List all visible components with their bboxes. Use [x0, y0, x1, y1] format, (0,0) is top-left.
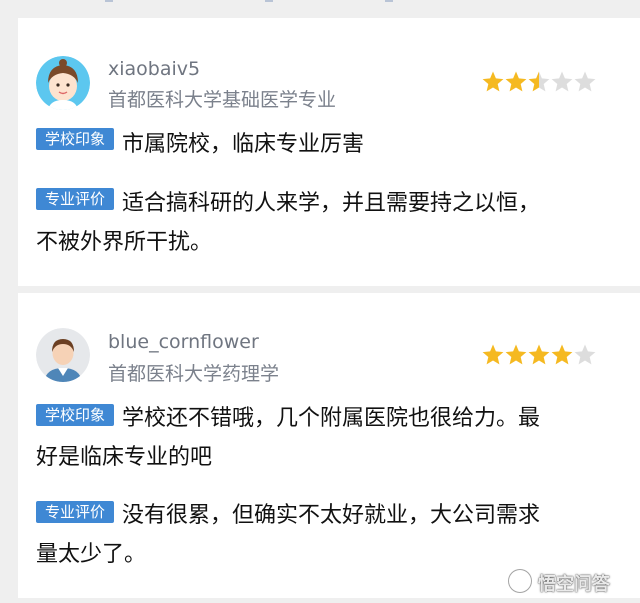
star-filled-icon [528, 344, 550, 365]
school-major: 首都医科大学基础医学专业 [108, 89, 337, 111]
divider-mark [385, 0, 393, 2]
review-card: blue_cornflower 首都医科大学药理学 学校印象 学校还不错哦，几个… [18, 293, 640, 598]
star-empty-icon [574, 71, 596, 92]
major-review-text: 没有很累，但确实不太好就业，大公司需求 [122, 503, 541, 528]
star-filled-icon [482, 344, 504, 365]
divider-mark [265, 0, 273, 2]
school-major: 首都医科大学药理学 [108, 363, 280, 385]
major-review-text: 适合搞科研的人来学，并且需要持之以恒， [122, 191, 541, 216]
school-impression-text: 市属院校，临床专业厉害 [122, 132, 365, 157]
divider-mark [105, 0, 113, 2]
major-review-text: 不被外界所干扰。 [36, 230, 213, 255]
top-strip [0, 0, 640, 18]
school-impression-tag: 学校印象 [36, 404, 114, 426]
star-filled-icon [505, 344, 527, 365]
major-review-tag: 专业评价 [36, 501, 114, 523]
star-rating [481, 70, 601, 94]
username[interactable]: blue_cornflower [108, 331, 259, 353]
username[interactable]: xiaobaiv5 [108, 58, 200, 80]
star-rating [481, 343, 601, 367]
star-filled-icon [505, 71, 527, 92]
star-empty-icon [574, 344, 596, 365]
review-card: xiaobaiv5 首都医科大学基础医学专业 学校印象 市属院校，临床专业厉害 … [18, 18, 640, 286]
school-impression-tag: 学校印象 [36, 128, 114, 150]
avatar[interactable] [36, 328, 90, 382]
watermark: 悟空问答 [508, 567, 638, 595]
star-half-icon [528, 71, 550, 92]
major-review-tag: 专业评价 [36, 188, 114, 210]
school-impression-text: 学校还不错哦，几个附属医院也很给力。最 [122, 406, 541, 431]
star-filled-icon [551, 344, 573, 365]
star-empty-icon [551, 71, 573, 92]
watermark-text: 悟空问答 [538, 574, 610, 595]
school-impression-text: 好是临床专业的吧 [36, 445, 213, 470]
wukong-logo-icon [508, 569, 532, 593]
avatar[interactable] [36, 56, 90, 110]
star-filled-icon [482, 71, 504, 92]
major-review-text: 量太少了。 [36, 542, 147, 567]
